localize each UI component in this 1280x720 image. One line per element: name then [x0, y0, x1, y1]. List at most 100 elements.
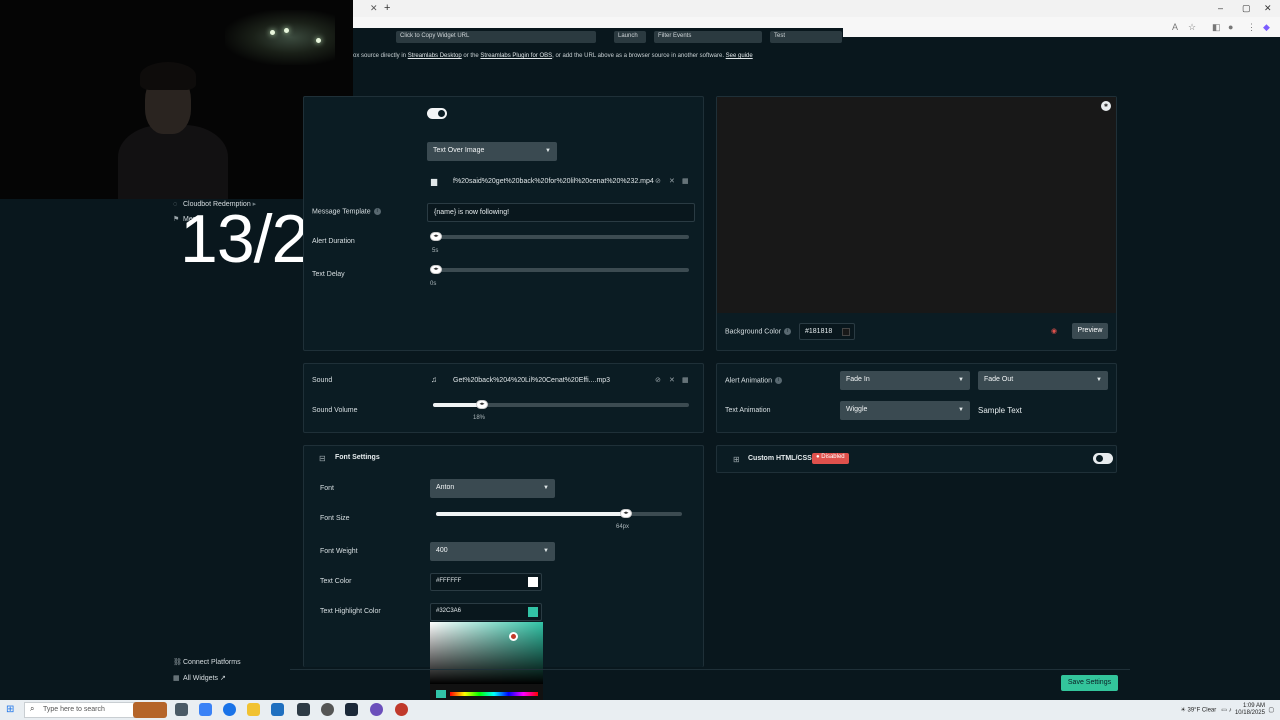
color-picker-preview: [436, 690, 446, 698]
windows-start-icon[interactable]: ⊞: [6, 704, 14, 715]
alert-enabled-toggle[interactable]: [427, 108, 447, 119]
text-color-input[interactable]: #FFFFFF: [430, 573, 542, 591]
clock-date: 10/18/2025: [1234, 710, 1265, 716]
mail-icon[interactable]: [297, 703, 310, 716]
clock-time: 1:09 AM: [1242, 703, 1265, 709]
filter-events-dropdown[interactable]: Filter Events: [654, 31, 762, 43]
toggle-knob: [438, 110, 445, 117]
streamlabs-plugin-link[interactable]: Streamlabs Plugin for OBS: [480, 53, 552, 59]
preview-button[interactable]: Preview: [1072, 323, 1108, 339]
copy-widget-url-button[interactable]: Click to Copy Widget URL: [396, 31, 596, 43]
alert-duration-slider[interactable]: ◂▸: [430, 232, 689, 241]
weather-text: 39°F Clear: [1187, 707, 1217, 714]
hue-slider[interactable]: [450, 692, 538, 696]
gallery-icon[interactable]: ▦: [682, 376, 689, 384]
app-icon[interactable]: [321, 703, 334, 716]
edge-icon[interactable]: [223, 703, 236, 716]
slider-handle[interactable]: ◂▸: [620, 509, 632, 518]
font-size-slider[interactable]: ◂▸: [436, 509, 682, 518]
weather-widget-icon[interactable]: [133, 702, 167, 718]
slider-handle[interactable]: ◂▸: [476, 400, 488, 409]
settings-icon[interactable]: ✱: [1101, 101, 1111, 111]
streaming-app-icon[interactable]: [395, 703, 408, 716]
chevron-down-icon: ▼: [958, 407, 964, 413]
close-tab-icon[interactable]: ✕: [370, 3, 378, 14]
steam-icon[interactable]: [345, 703, 358, 716]
sound-volume-slider[interactable]: ◂▸: [433, 400, 689, 409]
volume-icon[interactable]: ♪: [1229, 708, 1232, 714]
fade-in-dropdown[interactable]: Fade In ▼: [840, 371, 970, 390]
mute-icon[interactable]: ◉: [1051, 327, 1057, 335]
remove-icon[interactable]: ✕: [669, 177, 675, 185]
expand-icon[interactable]: ⊞: [733, 455, 740, 464]
text-color-label: Text Color: [320, 578, 352, 585]
link-icon[interactable]: ⊘: [655, 376, 661, 384]
highlight-color-label: Text Highlight Color: [320, 608, 381, 615]
chevron-down-icon: ▼: [543, 485, 549, 491]
translate-icon[interactable]: A: [1172, 22, 1178, 32]
star-icon[interactable]: ☆: [1188, 22, 1196, 33]
streamlabs-desktop-link[interactable]: Streamlabs Desktop: [408, 53, 462, 59]
background-color-input[interactable]: #181818: [799, 323, 855, 340]
network-icon[interactable]: ▭: [1221, 708, 1227, 714]
color-swatch[interactable]: [842, 328, 850, 336]
info-icon[interactable]: i: [784, 328, 792, 335]
copilot-app-icon[interactable]: [199, 703, 212, 716]
extensions-icon[interactable]: ◧: [1212, 22, 1221, 33]
notification-icon[interactable]: ▢: [1268, 708, 1274, 714]
font-weight-dropdown[interactable]: 400 ▼: [430, 542, 555, 561]
alert-animation-label: Alert Animation i: [725, 377, 783, 384]
color-picker-cursor[interactable]: [509, 632, 518, 641]
test-dropdown[interactable]: Test: [770, 31, 842, 43]
footer-divider: [290, 669, 1130, 670]
minimize-icon[interactable]: –: [1218, 3, 1223, 13]
gallery-icon[interactable]: ▦: [682, 177, 689, 185]
light-point: [270, 30, 275, 35]
text-animation-dropdown[interactable]: Wiggle ▼: [840, 401, 970, 420]
link-icon[interactable]: ⊘: [655, 177, 661, 185]
close-icon[interactable]: ✕: [1264, 3, 1272, 14]
menu-icon[interactable]: ⋮: [1247, 22, 1256, 33]
task-view-icon[interactable]: [175, 703, 188, 716]
preview-canvas: [717, 97, 1116, 313]
collapse-icon[interactable]: ⊟: [319, 454, 326, 463]
taskbar-search-input[interactable]: Type here to search: [24, 702, 140, 718]
save-settings-button[interactable]: Save Settings: [1061, 675, 1118, 691]
message-template-label: Message Template i: [312, 208, 381, 215]
info-icon[interactable]: i: [373, 208, 381, 215]
image-file-row: ▆ f%20said%20get%20back%20for%20lil%20ce…: [427, 174, 695, 191]
image-file-name: f%20said%20get%20back%20for%20lil%20cena…: [453, 178, 654, 185]
message-template-input[interactable]: {name} is now following!: [427, 203, 695, 222]
dropdown-value: Fade Out: [984, 376, 1014, 383]
obs-icon[interactable]: [370, 703, 383, 716]
custom-html-toggle[interactable]: [1093, 453, 1113, 464]
color-hex: #32C3A6: [436, 608, 462, 614]
slider-handle[interactable]: ◂▸: [430, 265, 442, 274]
file-explorer-icon[interactable]: [247, 703, 260, 716]
chevron-down-icon: ▼: [545, 148, 551, 154]
color-picker-saturation-area[interactable]: [430, 622, 543, 684]
maximize-icon[interactable]: ▢: [1242, 3, 1251, 14]
sidebar-item-label: All Widgets: [183, 675, 219, 682]
font-size-value: 64px: [616, 524, 630, 530]
sidebar-item-all-widgets[interactable]: ▦ All Widgets ↗: [173, 674, 226, 682]
highlight-color-input[interactable]: #32C3A6: [430, 603, 542, 621]
remove-icon[interactable]: ✕: [669, 376, 675, 384]
copilot-icon[interactable]: ◆: [1263, 22, 1270, 33]
layout-dropdown[interactable]: Text Over Image ▼: [427, 142, 557, 161]
music-note-icon: ♫: [431, 375, 437, 384]
color-swatch[interactable]: [528, 577, 538, 587]
fade-out-dropdown[interactable]: Fade Out ▼: [978, 371, 1108, 390]
info-icon[interactable]: i: [775, 377, 783, 384]
text-delay-slider[interactable]: ◂▸: [430, 265, 689, 274]
font-dropdown[interactable]: Anton ▼: [430, 479, 555, 498]
store-icon[interactable]: [271, 703, 284, 716]
launch-button[interactable]: Launch: [614, 31, 646, 43]
slider-handle[interactable]: ◂▸: [430, 232, 442, 241]
plus-icon[interactable]: +: [384, 2, 390, 14]
see-guide-link[interactable]: See guide: [726, 53, 753, 59]
color-swatch[interactable]: [528, 607, 538, 617]
text-delay-value: 0s: [430, 281, 437, 287]
profile-icon[interactable]: ●: [1228, 22, 1233, 32]
sidebar-item-connect-platforms[interactable]: ⛓Connect Platforms: [173, 658, 241, 666]
